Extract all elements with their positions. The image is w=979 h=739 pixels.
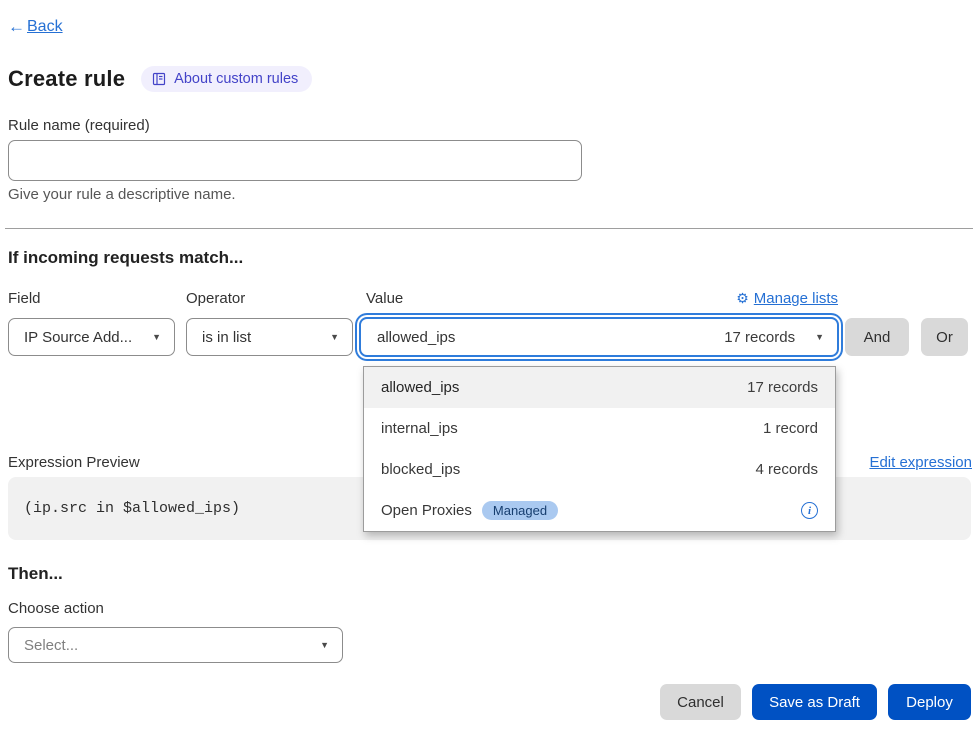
chevron-down-icon: ▼ (815, 332, 824, 342)
chevron-down-icon: ▼ (330, 332, 339, 342)
section-divider (5, 228, 973, 229)
rule-name-helper: Give your rule a descriptive name. (8, 186, 236, 203)
gear-icon: ⚙ (736, 290, 749, 307)
list-dropdown-panel: allowed_ips 17 records internal_ips 1 re… (363, 366, 836, 532)
action-select-placeholder: Select... (24, 637, 78, 654)
list-item-allowed-ips[interactable]: allowed_ips 17 records (364, 367, 835, 408)
field-select[interactable]: IP Source Add... ▼ (8, 318, 175, 356)
about-custom-rules-badge[interactable]: About custom rules (141, 66, 312, 92)
managed-badge: Managed (482, 501, 558, 520)
list-item-open-proxies[interactable]: Open Proxies Managed i (364, 490, 835, 531)
value-select-name: allowed_ips (377, 329, 455, 346)
operator-label: Operator (186, 290, 245, 307)
manage-lists-label[interactable]: Manage lists (754, 290, 838, 307)
operator-select[interactable]: is in list ▼ (186, 318, 353, 356)
operator-select-value: is in list (202, 329, 251, 346)
edit-expression-link[interactable]: Edit expression (869, 454, 972, 471)
list-item-count: 4 records (755, 461, 818, 478)
value-select-count: 17 records (724, 329, 795, 346)
about-badge-label: About custom rules (174, 71, 298, 87)
manage-lists-link[interactable]: ⚙ Manage lists (736, 290, 838, 307)
rule-name-input[interactable] (8, 140, 582, 181)
chevron-down-icon: ▼ (152, 332, 161, 342)
list-item-name: blocked_ips (381, 461, 460, 478)
save-as-draft-button[interactable]: Save as Draft (752, 684, 877, 720)
deploy-button[interactable]: Deploy (888, 684, 971, 720)
list-item-internal-ips[interactable]: internal_ips 1 record (364, 408, 835, 449)
list-item-name: allowed_ips (381, 379, 459, 396)
list-item-name: internal_ips (381, 420, 458, 437)
list-item-blocked-ips[interactable]: blocked_ips 4 records (364, 449, 835, 490)
list-item-count: 1 record (763, 420, 818, 437)
info-icon[interactable]: i (801, 502, 818, 519)
cancel-button[interactable]: Cancel (660, 684, 741, 720)
choose-action-label: Choose action (8, 600, 104, 617)
and-button[interactable]: And (845, 318, 909, 356)
back-arrow-icon: ← (8, 17, 25, 37)
create-rule-page: ← Back Create rule About custom rules Ru… (0, 0, 979, 739)
field-label: Field (8, 290, 41, 307)
expression-code: (ip.src in $allowed_ips) (24, 500, 240, 517)
rule-name-label: Rule name (required) (8, 117, 150, 134)
match-heading: If incoming requests match... (8, 248, 243, 268)
back-link[interactable]: ← Back (8, 17, 63, 37)
field-select-value: IP Source Add... (24, 329, 132, 346)
list-item-name: Open Proxies (381, 502, 472, 519)
chevron-down-icon: ▼ (320, 640, 329, 650)
value-select[interactable]: allowed_ips 17 records ▼ (359, 317, 839, 357)
title-row: Create rule About custom rules (8, 66, 312, 92)
list-item-count: 17 records (747, 379, 818, 396)
page-title: Create rule (8, 66, 125, 92)
value-label: Value (366, 290, 403, 307)
or-button[interactable]: Or (921, 318, 968, 356)
expression-preview-label: Expression Preview (8, 454, 140, 471)
then-heading: Then... (8, 564, 63, 584)
back-link-label[interactable]: Back (27, 18, 63, 36)
action-select[interactable]: Select... ▼ (8, 627, 343, 663)
book-icon (152, 72, 166, 86)
